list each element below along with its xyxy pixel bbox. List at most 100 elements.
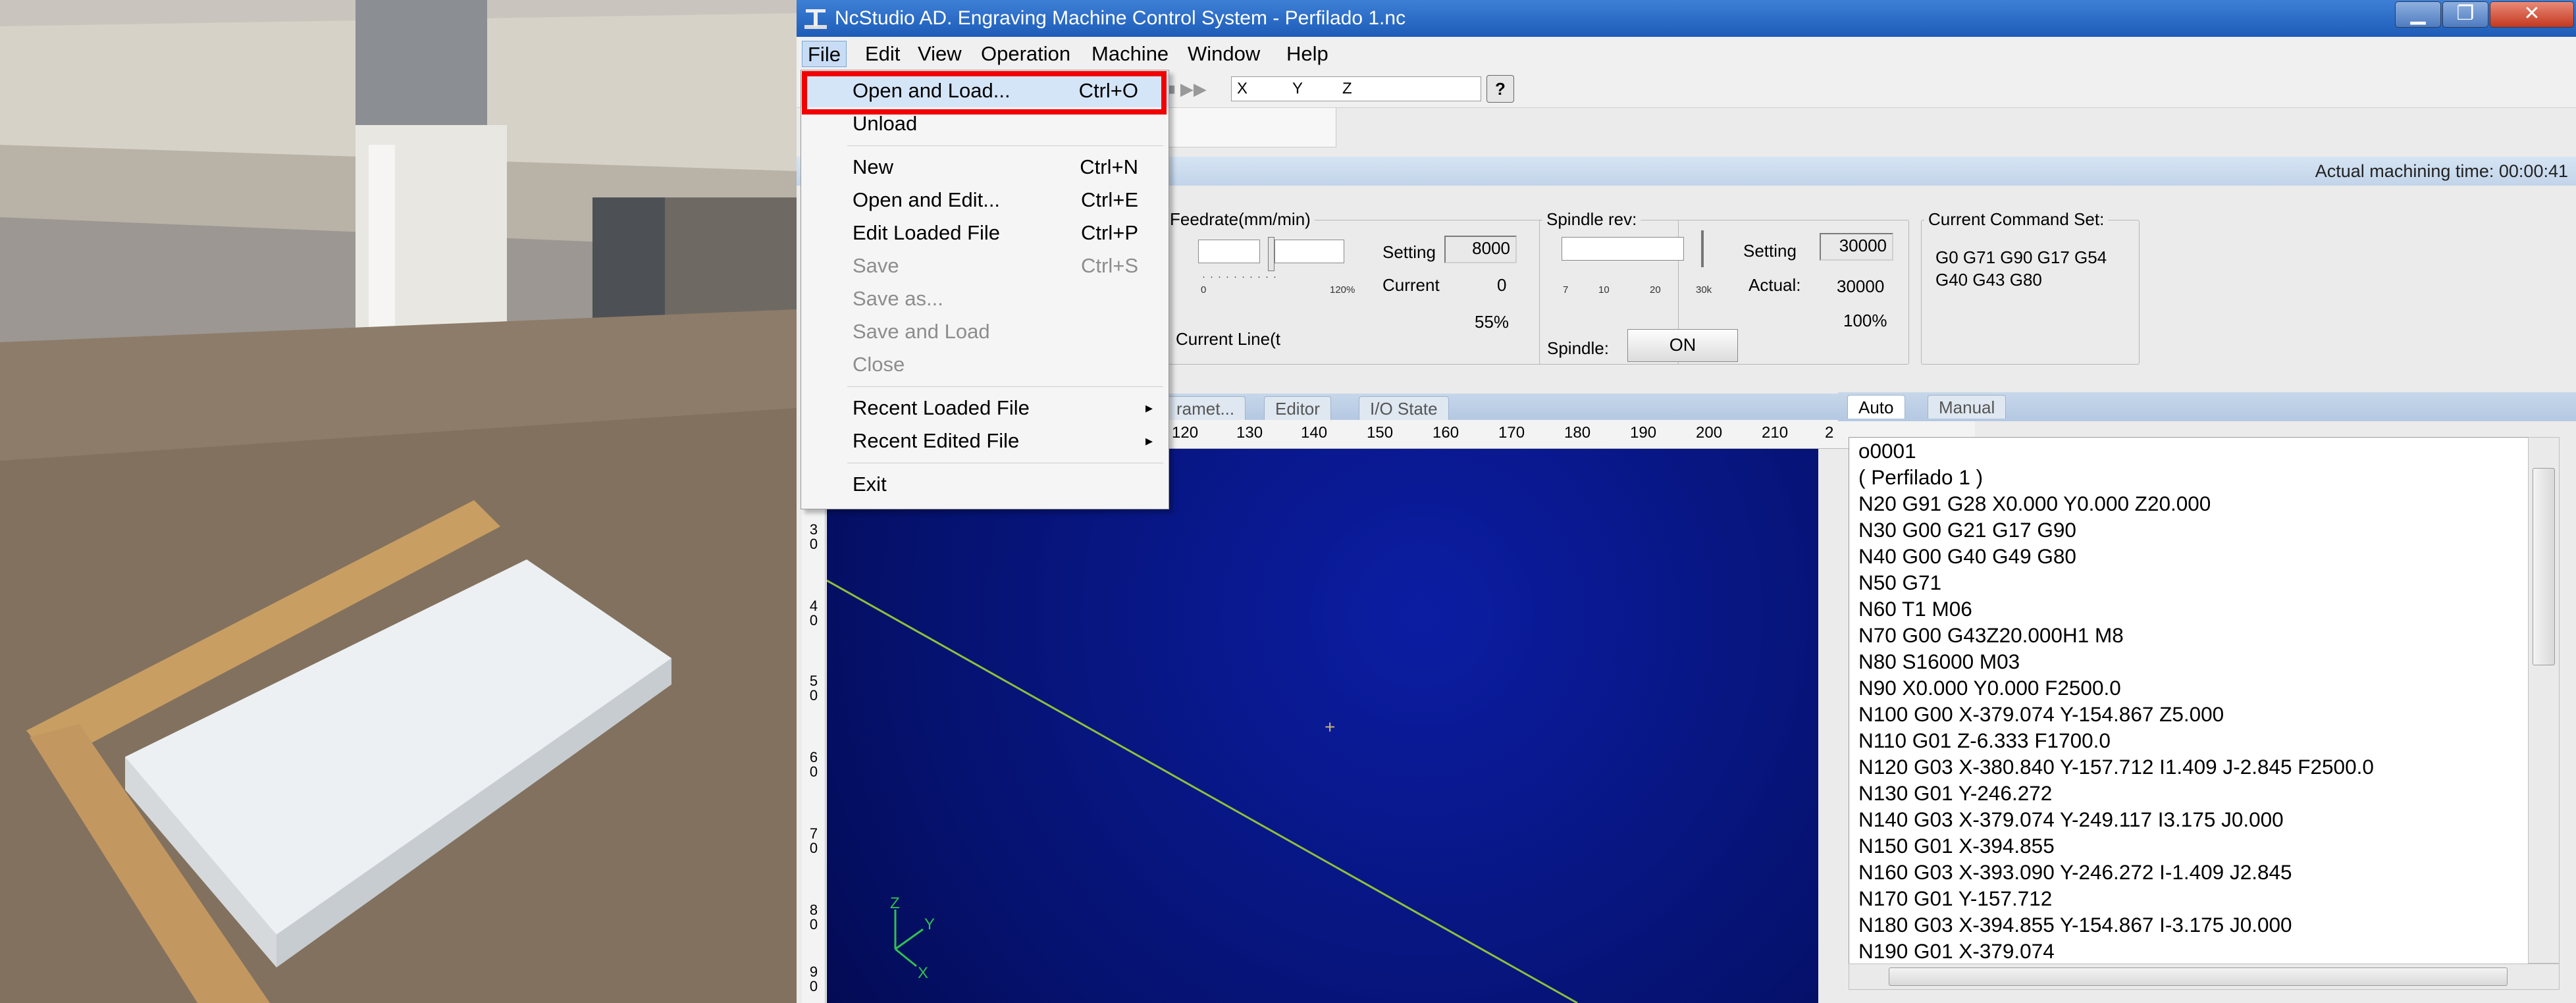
menu-recent-loaded-file[interactable]: Recent Loaded File ▸ xyxy=(801,392,1169,424)
spindle-label: Spindle: xyxy=(1547,338,1609,358)
item-shortcut: Ctrl+S xyxy=(1081,254,1138,277)
spindle-setting-value[interactable]: 30000 xyxy=(1820,233,1893,261)
tab-io-state[interactable]: I/O State xyxy=(1359,396,1449,420)
tab-parameters[interactable]: ramet... xyxy=(1165,396,1246,420)
spindle-slider-thumb[interactable] xyxy=(1701,230,1704,267)
menu-recent-edited-file[interactable]: Recent Edited File ▸ xyxy=(801,424,1169,457)
command-set-group: Current Command Set: xyxy=(1921,209,2140,365)
program-tabs: Auto Manual xyxy=(1838,392,2576,421)
window-title: NcStudio AD. Engraving Machine Control S… xyxy=(835,7,1406,29)
menu-window[interactable]: Window xyxy=(1182,41,1265,67)
gcode-line: N40 G00 G40 G49 G80 xyxy=(1858,544,2076,568)
highlight-annotation-box xyxy=(802,71,1167,115)
spindle-tick-20: 20 xyxy=(1650,284,1661,296)
item-label: Recent Loaded File xyxy=(853,396,1030,419)
menu-operation[interactable]: Operation xyxy=(976,41,1076,67)
gcode-line: N170 G01 Y-157.712 xyxy=(1858,887,2053,910)
ruler-mark: 180 xyxy=(1564,424,1591,442)
coordinate-input[interactable]: X Y Z xyxy=(1231,76,1481,101)
ruler-mark: 130 xyxy=(1236,424,1263,442)
menu-help[interactable]: Help xyxy=(1281,41,1334,67)
gcode-line: N30 G00 G21 G17 G90 xyxy=(1858,518,2076,542)
toolpath-line xyxy=(827,579,1578,1003)
tab-manual[interactable]: Manual xyxy=(1928,395,2007,419)
coord-z-label: Z xyxy=(1342,80,1352,97)
feedrate-setting-value[interactable]: 8000 xyxy=(1444,236,1517,263)
menu-edit[interactable]: Edit xyxy=(860,41,905,67)
command-set-line1: G0 G71 G90 G17 G54 xyxy=(1935,247,2107,267)
menu-edit-loaded-file[interactable]: Edit Loaded File Ctrl+P xyxy=(801,217,1169,249)
scroll-thumb[interactable] xyxy=(1889,967,2508,986)
gcode-line: N70 G00 G43Z20.000H1 M8 xyxy=(1858,623,2124,647)
feedrate-input-right[interactable] xyxy=(1275,240,1344,263)
gcode-line: N80 S16000 M03 xyxy=(1858,650,2020,673)
menu-save-as[interactable]: Save as... xyxy=(801,282,1169,315)
ruler-mark: 200 xyxy=(1696,424,1723,442)
crosshair-icon: + xyxy=(1325,717,1335,737)
menu-bar: File Edit View Operation Machine Window … xyxy=(797,37,2576,71)
item-shortcut: Ctrl+P xyxy=(1081,221,1138,244)
menu-machine[interactable]: Machine xyxy=(1086,41,1174,67)
gcode-line: N90 X0.000 Y0.000 F2500.0 xyxy=(1858,676,2121,700)
menu-save[interactable]: Save Ctrl+S xyxy=(801,249,1169,282)
feedrate-slider-thumb[interactable] xyxy=(1268,237,1275,271)
menu-save-and-load[interactable]: Save and Load xyxy=(801,315,1169,348)
menu-close[interactable]: Close xyxy=(801,348,1169,381)
cnc-machine-photo xyxy=(0,0,797,1003)
close-button[interactable]: ✕ xyxy=(2490,1,2574,28)
minimize-button[interactable]: ▁ xyxy=(2395,1,2441,28)
gcode-listing[interactable]: o0001 ( Perfilado 1 ) N20 G91 G28 X0.000… xyxy=(1849,437,2540,983)
feedrate-title: Feedrate(mm/min) xyxy=(1166,209,1315,230)
menu-view[interactable]: View xyxy=(912,41,967,67)
maximize-button[interactable]: ❐ xyxy=(2442,1,2488,28)
item-label: Close xyxy=(853,353,905,376)
tab-auto[interactable]: Auto xyxy=(1847,395,1905,419)
menu-exit[interactable]: Exit xyxy=(801,468,1169,501)
submenu-arrow-icon: ▸ xyxy=(1145,399,1153,416)
vruler-mark: 5 0 xyxy=(809,673,818,704)
run-controls-icon[interactable]: ■ ▶▶ xyxy=(1165,79,1218,100)
gcode-line: N20 G91 G28 X0.000 Y0.000 Z20.000 xyxy=(1858,492,2211,515)
cnc-photo-illustration xyxy=(0,0,797,1003)
spindle-title: Spindle rev: xyxy=(1542,209,1641,230)
command-set-line2: G40 G43 G80 xyxy=(1935,270,2042,290)
axis-z-label: Z xyxy=(890,894,900,912)
gcode-line: N110 G01 Z-6.333 F1700.0 xyxy=(1858,729,2111,752)
ruler-mark: 150 xyxy=(1367,424,1394,442)
feedrate-current-value: 0 xyxy=(1497,275,1507,295)
spindle-setting-label: Setting xyxy=(1743,241,1797,261)
menu-open-and-edit[interactable]: Open and Edit... Ctrl+E xyxy=(801,184,1169,217)
gcode-line: N60 T1 M06 xyxy=(1858,597,1972,621)
gcode-line: ( Perfilado 1 ) xyxy=(1858,465,1984,489)
spindle-tick-10: 10 xyxy=(1598,284,1610,296)
item-label: Save xyxy=(853,254,899,277)
command-set-title: Current Command Set: xyxy=(1924,209,2109,230)
spindle-input[interactable] xyxy=(1562,237,1684,261)
ruler-mark: 2 xyxy=(1825,424,1834,442)
scroll-thumb[interactable] xyxy=(2533,468,2555,665)
vruler-mark: 7 0 xyxy=(809,825,818,856)
gcode-line: o0001 xyxy=(1858,439,1916,463)
item-label: Exit xyxy=(853,473,887,496)
app-icon xyxy=(804,9,827,29)
tab-editor[interactable]: Editor xyxy=(1264,396,1331,420)
feedrate-input-left[interactable] xyxy=(1198,240,1260,263)
ruler-mark: 190 xyxy=(1630,424,1657,442)
spindle-on-button[interactable]: ON xyxy=(1627,329,1738,362)
vertical-scrollbar[interactable] xyxy=(2528,437,2560,964)
axis-y-label: Y xyxy=(924,915,935,933)
item-label: Save and Load xyxy=(853,320,990,343)
menu-file[interactable]: File xyxy=(802,41,847,67)
help-icon[interactable]: ? xyxy=(1486,75,1514,103)
axis-y-line xyxy=(895,928,924,950)
title-bar: NcStudio AD. Engraving Machine Control S… xyxy=(797,0,2576,37)
horizontal-scrollbar[interactable] xyxy=(1849,964,2560,990)
gcode-line: N140 G03 X-379.074 Y-249.117 I3.175 J0.0… xyxy=(1858,808,2284,831)
toolpath-view[interactable]: + Z Y X xyxy=(827,449,1818,1003)
item-label: New xyxy=(853,155,894,178)
feedrate-ticks: ·········· xyxy=(1202,271,1281,282)
ruler-mark: 170 xyxy=(1498,424,1525,442)
menu-new[interactable]: New Ctrl+N xyxy=(801,151,1169,184)
spindle-actual-value: 30000 xyxy=(1837,276,1885,296)
feedrate-tick-max: 120% xyxy=(1330,284,1355,296)
